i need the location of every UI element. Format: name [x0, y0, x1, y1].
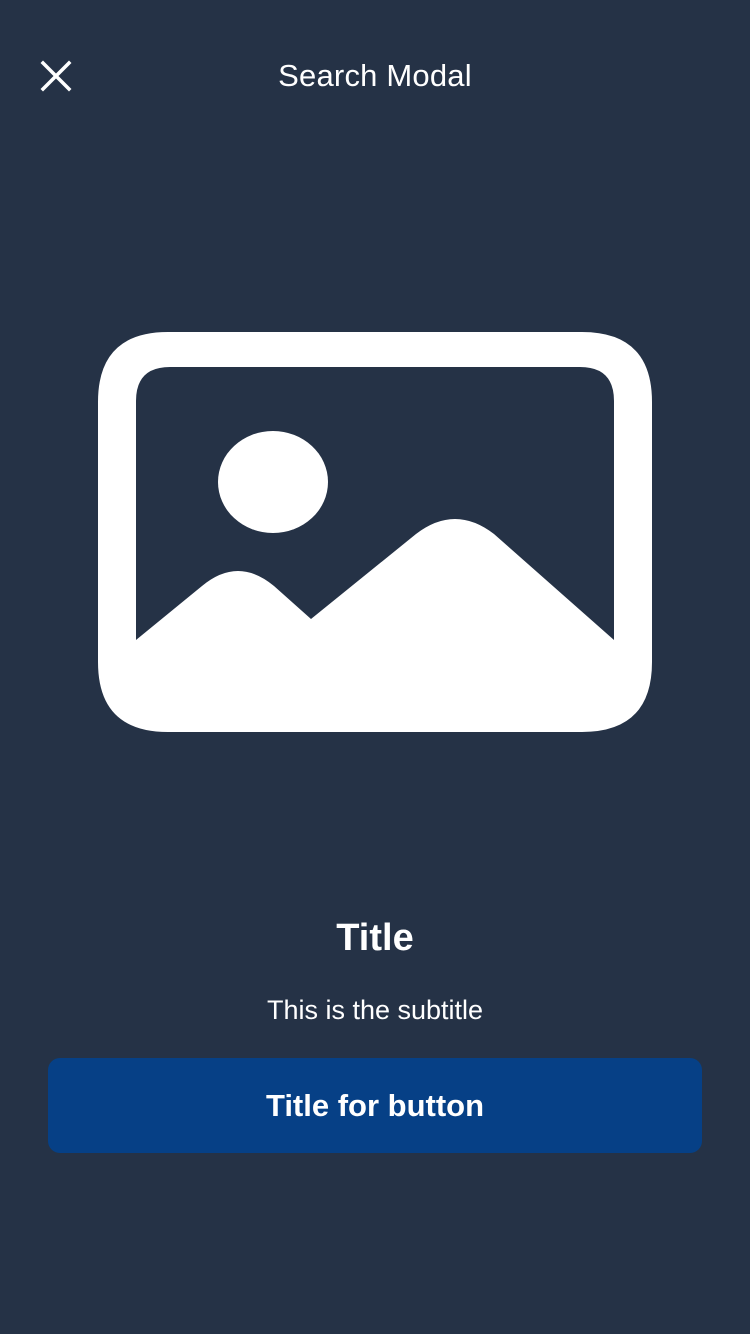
image-placeholder-icon: [98, 332, 652, 732]
primary-action-button[interactable]: Title for button: [48, 1058, 702, 1153]
content-title: Title: [336, 917, 414, 959]
modal-header: Search Modal: [0, 0, 750, 154]
modal-title: Search Modal: [278, 58, 472, 93]
content-subtitle: This is the subtitle: [266, 995, 484, 1025]
hero-image-placeholder: [98, 332, 652, 732]
